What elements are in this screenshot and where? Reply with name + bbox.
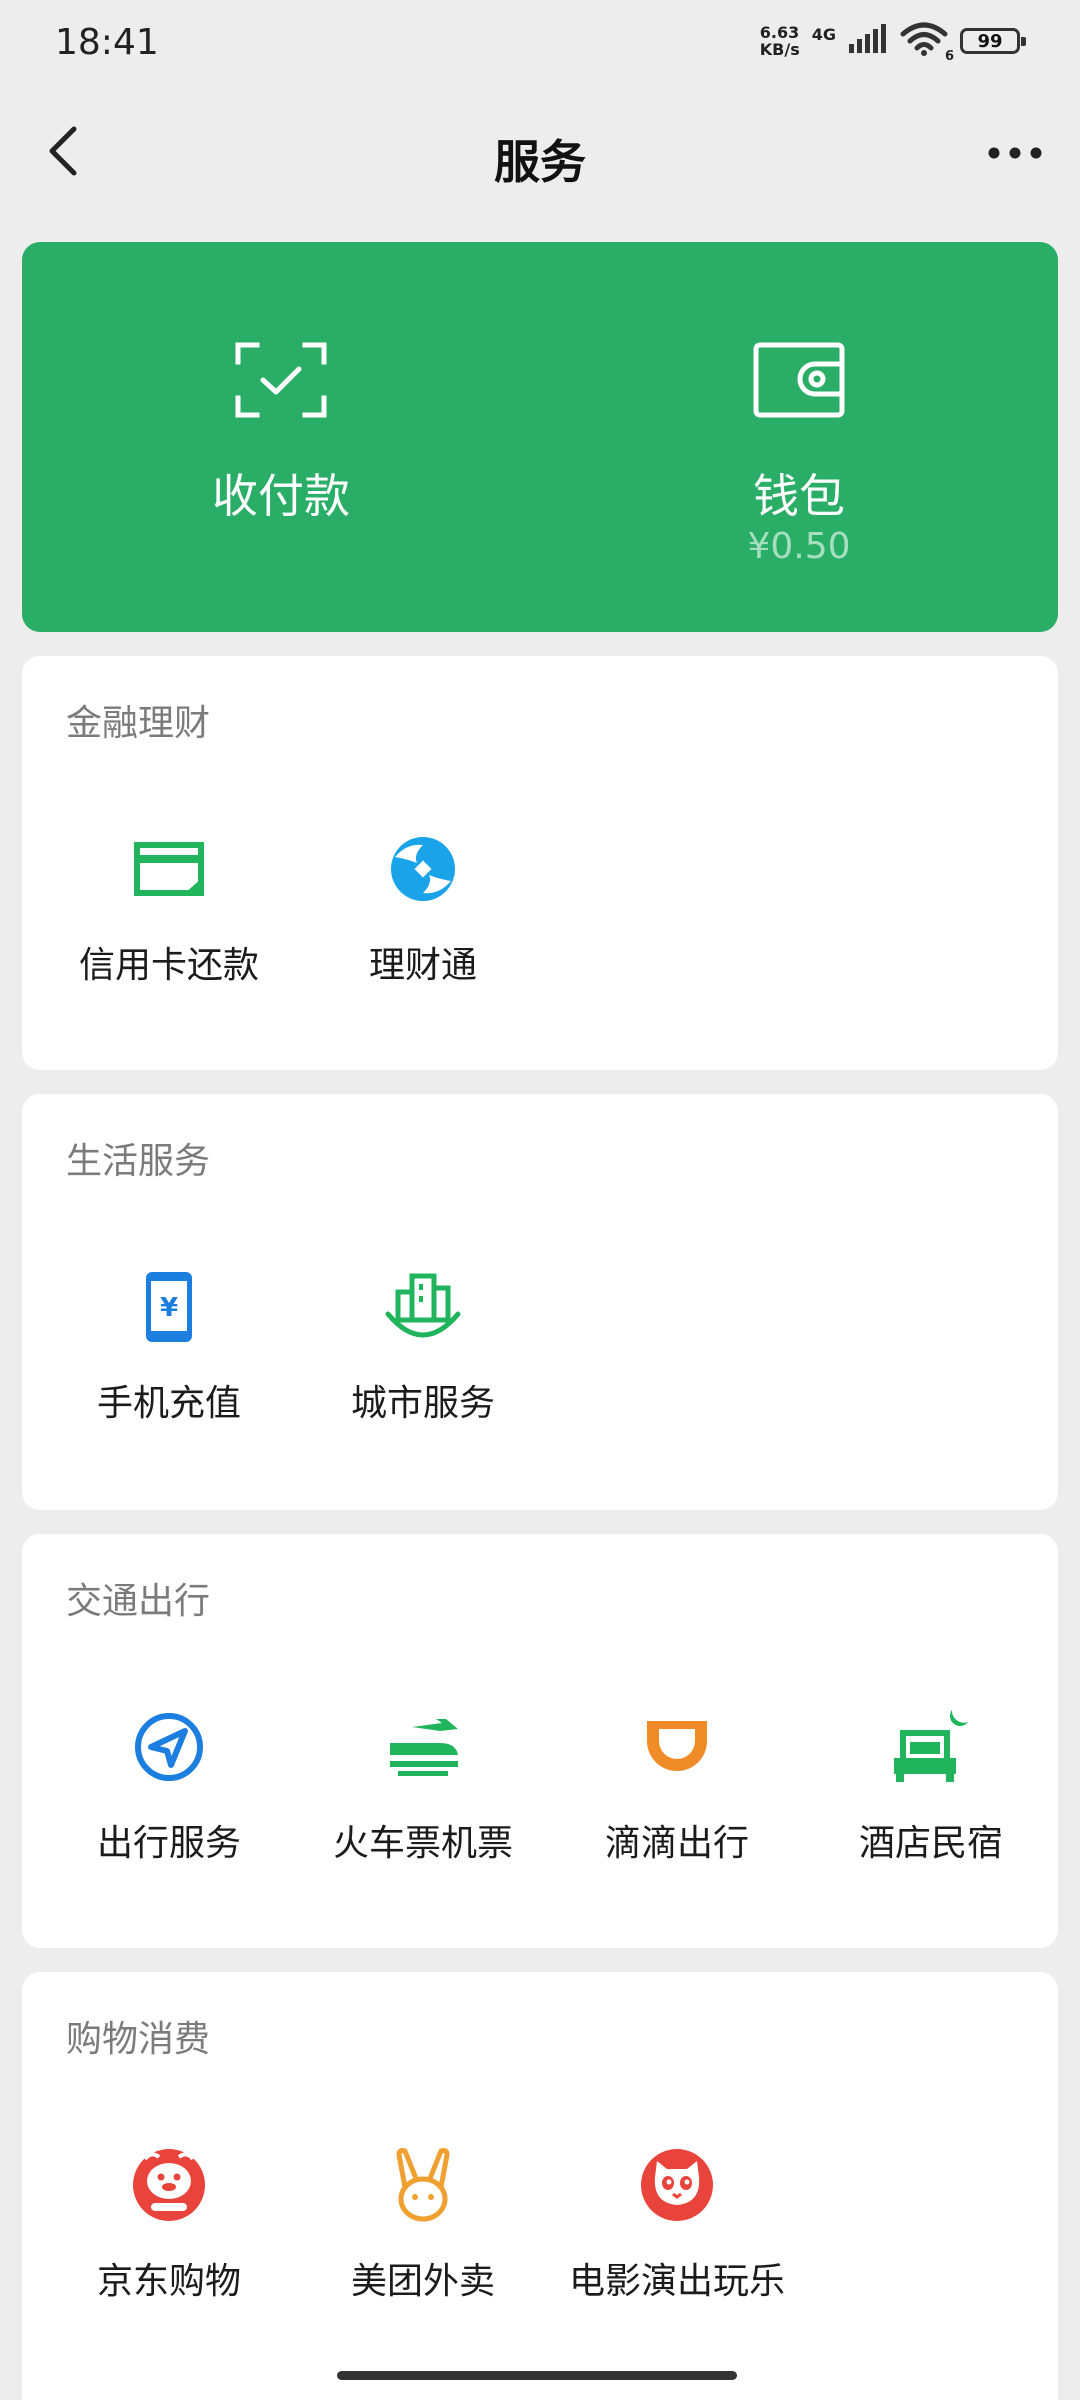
status-time: 18:41 — [55, 22, 159, 63]
city-service-icon — [384, 1270, 462, 1348]
more-button[interactable] — [980, 118, 1050, 188]
wifi-icon: 6 — [900, 22, 954, 64]
phone-topup-icon: ¥ — [143, 1269, 195, 1349]
service-meituan[interactable]: 美团外卖 — [296, 2142, 550, 2342]
battery-icon: 99 — [960, 28, 1026, 54]
network-speed-value: 6.63 — [759, 23, 800, 42]
service-label: 酒店民宿 — [858, 1823, 1003, 1864]
service-label: 理财通 — [368, 945, 477, 986]
wallet-label: 钱包 — [753, 469, 845, 523]
licaitong-icon — [387, 833, 459, 909]
status-bar: 18:41 6.63 KB/s 4G 6 99 — [0, 0, 1080, 90]
wallet-hero-card: 收付款 钱包 ¥0.50 — [22, 242, 1058, 632]
nav-bar: 服务 — [0, 90, 1080, 220]
wallet-button[interactable]: 钱包 ¥0.50 — [540, 242, 1058, 632]
receive-pay-button[interactable]: 收付款 — [22, 242, 540, 632]
didi-icon — [641, 1715, 713, 1783]
section-title: 交通出行 — [66, 1581, 211, 1622]
section-life-services: 生活服务 ¥ 手机充值 城市服务 — [22, 1094, 1058, 1510]
meituan-icon — [391, 2147, 455, 2227]
section-title: 购物消费 — [66, 2019, 211, 2060]
service-licaitong[interactable]: 理财通 — [296, 826, 550, 1026]
service-phone-topup[interactable]: ¥ 手机充值 — [42, 1264, 296, 1464]
service-label: 电影演出玩乐 — [568, 2261, 785, 2302]
wallet-balance: ¥0.50 — [747, 526, 851, 567]
receive-pay-label: 收付款 — [212, 469, 350, 523]
service-city[interactable]: 城市服务 — [296, 1264, 550, 1464]
section-title: 金融理财 — [66, 703, 211, 744]
service-label: 京东购物 — [96, 2261, 241, 2302]
network-speed-unit: KB/s — [759, 40, 800, 59]
network-type: 4G — [811, 24, 836, 44]
credit-card-icon — [133, 839, 205, 903]
service-label: 城市服务 — [350, 1383, 495, 1424]
service-label: 出行服务 — [96, 1823, 241, 1864]
home-indicator[interactable] — [337, 2371, 737, 2380]
scan-pay-icon — [235, 342, 327, 442]
navigation-icon — [133, 1711, 205, 1787]
more-dots-icon — [988, 144, 1042, 163]
network-speed: 6.63 KB/s — [760, 24, 800, 58]
page-title: 服务 — [494, 135, 586, 189]
service-label: 滴滴出行 — [604, 1823, 749, 1864]
wallet-icon — [753, 342, 845, 442]
jd-icon — [131, 2147, 207, 2227]
section-finance: 金融理财 信用卡还款 理财通 — [22, 656, 1058, 1070]
wifi-level: 6 — [944, 49, 954, 64]
service-didi[interactable]: 滴滴出行 — [550, 1704, 804, 1904]
service-credit-card-repay[interactable]: 信用卡还款 — [42, 826, 296, 1026]
service-travel[interactable]: 出行服务 — [42, 1704, 296, 1904]
service-label: 火车票机票 — [332, 1823, 513, 1864]
service-label: 手机充值 — [96, 1383, 241, 1424]
service-label: 美团外卖 — [350, 2261, 495, 2302]
section-title: 生活服务 — [66, 1141, 211, 1182]
service-train-plane[interactable]: 火车票机票 — [296, 1704, 550, 1904]
svg-text:¥: ¥ — [160, 1293, 178, 1323]
service-jd[interactable]: 京东购物 — [42, 2142, 296, 2342]
hotel-icon — [892, 1710, 970, 1788]
maoyan-icon — [639, 2147, 715, 2227]
section-shopping: 购物消费 京东购物 美团外卖 电影演出玩乐 — [22, 1972, 1058, 2400]
battery-level: 99 — [977, 30, 1003, 52]
service-maoyan[interactable]: 电影演出玩乐 — [550, 2142, 804, 2342]
train-plane-icon — [384, 1717, 462, 1781]
section-transport: 交通出行 出行服务 火车票机票 滴滴出行 酒店民宿 — [22, 1534, 1058, 1948]
signal-icon — [848, 24, 888, 58]
status-indicators: 6.63 KB/s 4G 6 99 — [760, 22, 1026, 64]
service-label: 信用卡还款 — [78, 945, 259, 986]
service-hotel[interactable]: 酒店民宿 — [804, 1704, 1058, 1904]
